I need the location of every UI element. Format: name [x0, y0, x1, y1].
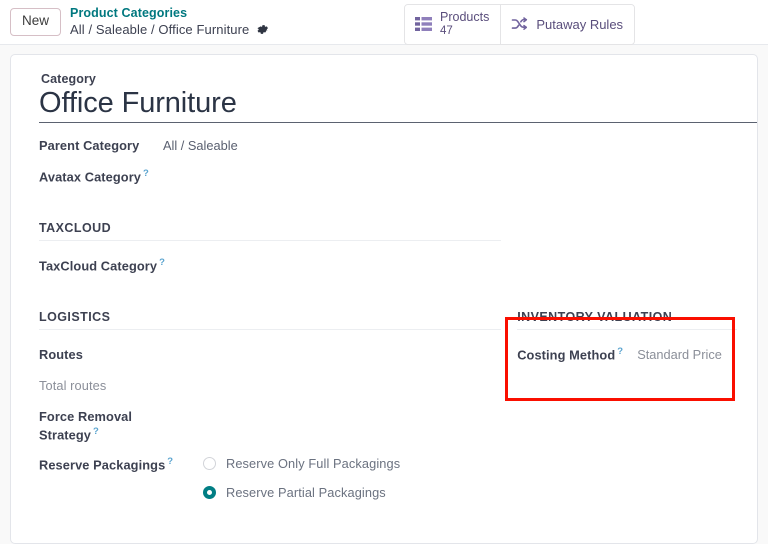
- breadcrumb: Product Categories All / Saleable / Offi…: [70, 6, 269, 38]
- radio-option-label: Reserve Partial Packagings: [226, 485, 386, 501]
- breadcrumb-current: All / Saleable / Office Furniture: [70, 22, 269, 38]
- radio-option-reserve-partial[interactable]: Reserve Partial Packagings: [203, 485, 400, 500]
- label-text: Reserve Packagings: [39, 457, 166, 473]
- inventory-valuation-column: INVENTORY VALUATION Costing Method? Stan…: [501, 310, 737, 500]
- stat-products-text: Products 47: [440, 10, 489, 38]
- label-text: Avatax Category: [39, 169, 142, 185]
- field-parent-category-value[interactable]: All / Saleable: [159, 137, 238, 154]
- help-tooltip-icon[interactable]: ?: [143, 168, 149, 179]
- breadcrumb-root-link[interactable]: Product Categories: [70, 6, 269, 22]
- field-total-routes: Total routes: [39, 377, 501, 395]
- category-name-input[interactable]: Office Furniture: [39, 87, 237, 119]
- field-parent-category: Parent Category All / Saleable: [39, 137, 501, 155]
- field-taxcloud-category-label: TaxCloud Category?: [39, 257, 169, 275]
- field-costing-method: Costing Method? Standard Price: [517, 346, 737, 364]
- title-field-caption: Category: [41, 72, 96, 86]
- label-text: TaxCloud Category: [39, 258, 158, 274]
- shuffle-icon: [511, 16, 528, 32]
- field-routes-label: Routes: [39, 346, 159, 363]
- sheet-background: Category Office Furniture Parent Categor…: [0, 45, 768, 544]
- field-avatax-category: Avatax Category?: [39, 168, 501, 186]
- label-text: Force Removal Strategy: [39, 409, 133, 442]
- field-taxcloud-category: TaxCloud Category?: [39, 257, 501, 275]
- taxcloud-right-column: [501, 221, 737, 288]
- help-tooltip-icon[interactable]: ?: [159, 257, 165, 268]
- section-title-logistics: LOGISTICS: [39, 310, 502, 331]
- reserve-packagings-radio-group: Reserve Only Full Packagings Reserve Par…: [199, 456, 400, 500]
- help-tooltip-icon[interactable]: ?: [167, 456, 173, 467]
- taxcloud-group: TAXCLOUD TaxCloud Category?: [31, 221, 737, 288]
- new-button[interactable]: New: [10, 8, 62, 36]
- radio-option-reserve-only-full[interactable]: Reserve Only Full Packagings: [203, 456, 400, 471]
- label-text: Total routes: [39, 378, 107, 394]
- stat-button-products[interactable]: Products 47: [405, 5, 501, 45]
- field-routes: Routes: [39, 346, 501, 364]
- inventory-valuation-section: INVENTORY VALUATION Costing Method? Stan…: [517, 310, 737, 364]
- field-reserve-packagings: Reserve Packagings? Reserve Only Full Pa…: [39, 456, 501, 500]
- taxcloud-column: TAXCLOUD TaxCloud Category?: [39, 221, 502, 288]
- label-text: Routes: [39, 347, 83, 363]
- stat-putaway-label: Putaway Rules: [536, 16, 624, 32]
- field-total-routes-label: Total routes: [39, 377, 159, 394]
- stat-products-label: Products: [440, 10, 490, 24]
- top-right-column: [501, 137, 737, 199]
- stat-button-putaway-rules[interactable]: Putaway Rules: [500, 5, 635, 45]
- section-title-taxcloud: TAXCLOUD: [39, 221, 502, 242]
- label-text: Costing Method: [517, 347, 616, 363]
- field-parent-category-label: Parent Category: [39, 137, 159, 154]
- logistics-group: LOGISTICS Routes Total routes Force Remo…: [31, 310, 737, 500]
- top-fields-column: Parent Category All / Saleable Avatax Ca…: [39, 137, 501, 199]
- title-row: Office Furniture: [39, 87, 757, 124]
- breadcrumb-area: New Product Categories All / Saleable / …: [10, 6, 269, 38]
- radio-selected-icon[interactable]: [203, 486, 216, 500]
- field-force-removal-strategy: Force Removal Strategy?: [39, 408, 501, 443]
- stat-products-value: 47: [440, 24, 453, 37]
- top-fields-group: Parent Category All / Saleable Avatax Ca…: [31, 137, 737, 199]
- radio-option-label: Reserve Only Full Packagings: [226, 456, 401, 472]
- stat-button-group: Products 47 Putaway Rules: [404, 4, 636, 46]
- help-tooltip-icon[interactable]: ?: [617, 346, 623, 357]
- field-force-removal-strategy-label: Force Removal Strategy?: [39, 408, 189, 443]
- label-text: Parent Category: [39, 138, 140, 154]
- list-view-icon: [415, 17, 432, 32]
- field-reserve-packagings-label: Reserve Packagings?: [39, 456, 199, 474]
- form-sheet: Category Office Furniture Parent Categor…: [10, 54, 758, 544]
- field-avatax-category-label: Avatax Category?: [39, 168, 159, 186]
- field-costing-method-label: Costing Method?: [517, 346, 629, 364]
- control-panel: New Product Categories All / Saleable / …: [0, 0, 768, 46]
- field-costing-method-value[interactable]: Standard Price: [629, 346, 722, 363]
- logistics-column: LOGISTICS Routes Total routes Force Remo…: [39, 310, 502, 500]
- help-tooltip-icon[interactable]: ?: [93, 426, 99, 437]
- section-title-inventory-valuation: INVENTORY VALUATION: [517, 310, 737, 331]
- radio-unselected-icon[interactable]: [203, 457, 216, 471]
- breadcrumb-path-text: All / Saleable / Office Furniture: [70, 21, 250, 37]
- gear-icon[interactable]: [256, 23, 269, 36]
